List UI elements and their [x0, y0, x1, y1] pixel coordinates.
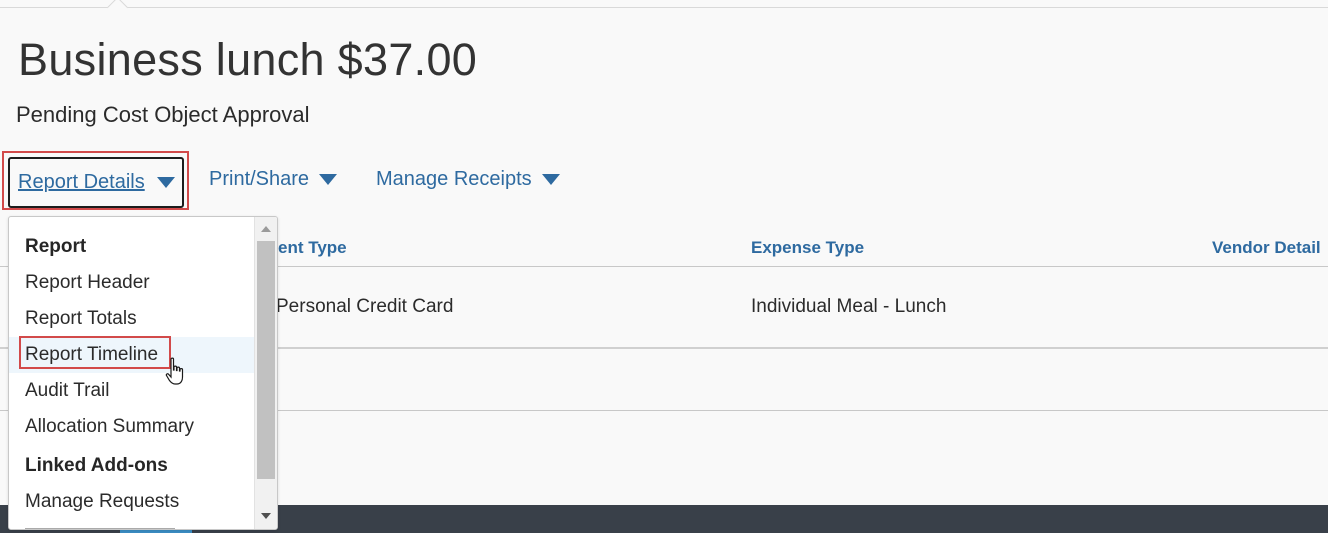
- report-status: Pending Cost Object Approval: [16, 102, 310, 127]
- cell-expense-type: Individual Meal - Lunch: [751, 296, 947, 317]
- menu-item-manage-requests[interactable]: Manage Requests: [9, 484, 255, 520]
- menu-item-audit-trail[interactable]: Audit Trail: [9, 373, 255, 409]
- report-timeline-highlight: [19, 336, 171, 369]
- menu-heading-linked-add-ons: Linked Add-ons: [25, 455, 168, 476]
- manage-receipts-label: Manage Receipts: [376, 168, 532, 190]
- scroll-thumb[interactable]: [257, 241, 275, 479]
- menu-item-partial: [25, 525, 185, 529]
- report-details-label: Report Details: [18, 171, 145, 193]
- manage-receipts-button[interactable]: Manage Receipts: [376, 168, 560, 191]
- caret-down-icon: [319, 174, 338, 185]
- report-details-menu: Report Report Header Report Totals Repor…: [8, 216, 278, 530]
- menu-item-allocation-summary[interactable]: Allocation Summary: [9, 409, 255, 445]
- menu-item-report-header[interactable]: Report Header: [9, 265, 255, 301]
- print-share-button[interactable]: Print/Share: [209, 168, 338, 191]
- report-details-button[interactable]: Report Details: [8, 157, 184, 208]
- hand-cursor-icon: [165, 357, 184, 385]
- page-title: Business lunch $37.00: [18, 34, 478, 85]
- scroll-up-arrow[interactable]: [261, 226, 271, 232]
- column-vendor-detail[interactable]: Vendor Detail: [1212, 238, 1321, 258]
- cell-payment-type: Personal Credit Card: [276, 296, 454, 317]
- column-payment-type[interactable]: ent Type: [278, 238, 347, 258]
- menu-scrollbar[interactable]: [254, 217, 277, 529]
- caret-down-icon: [541, 174, 560, 185]
- top-divider: [0, 7, 1328, 8]
- menu-heading-report: Report: [25, 236, 87, 257]
- menu-item-report-totals[interactable]: Report Totals: [9, 301, 255, 337]
- print-share-label: Print/Share: [209, 168, 310, 190]
- scroll-down-arrow[interactable]: [261, 513, 271, 519]
- column-expense-type[interactable]: Expense Type: [751, 238, 864, 258]
- caret-down-icon: [156, 177, 175, 188]
- tab-notch: [106, 0, 129, 19]
